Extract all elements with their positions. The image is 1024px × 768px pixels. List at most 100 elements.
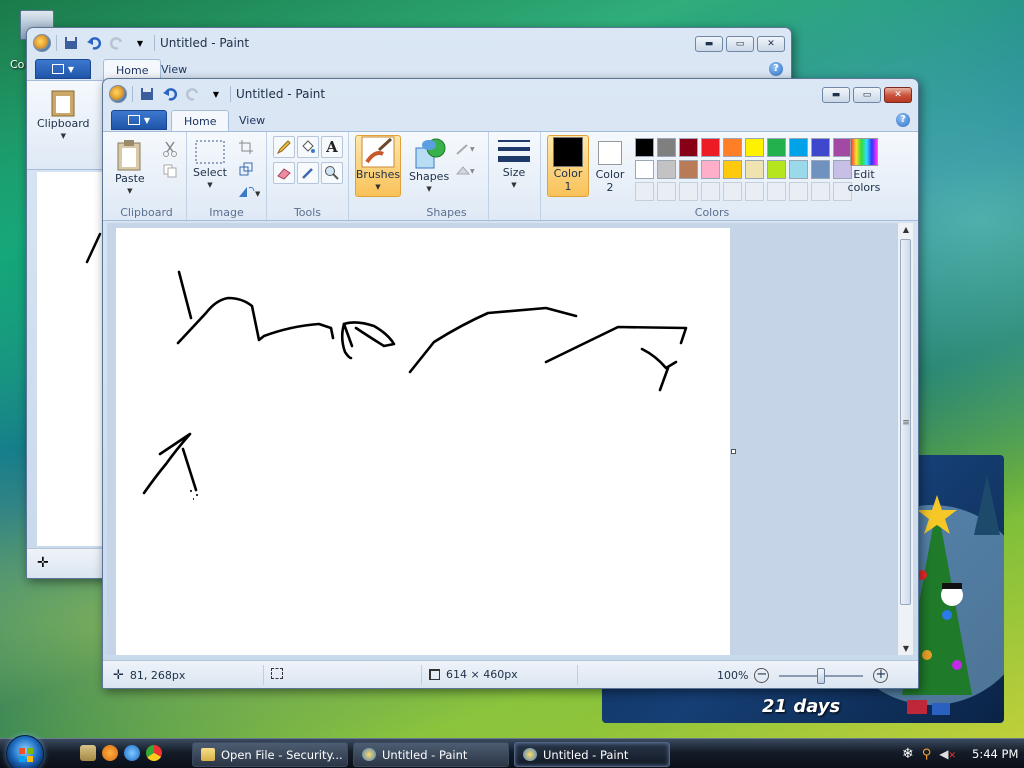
paste-button[interactable]: Clipboard ▼	[37, 87, 90, 143]
zoom-in-icon[interactable]: +	[873, 668, 889, 683]
resize-icon[interactable]	[235, 158, 257, 180]
canvas-resize-handle[interactable]	[731, 449, 736, 454]
palette-swatch[interactable]	[701, 160, 720, 179]
palette-swatch[interactable]	[745, 160, 764, 179]
zoom-slider[interactable]	[779, 667, 864, 684]
palette-empty-swatch[interactable]	[767, 182, 786, 201]
file-menu-button[interactable]: ▼	[111, 110, 167, 130]
taskbar-button[interactable]: Open File - Security...	[192, 742, 348, 767]
edit-colors-icon	[850, 138, 878, 166]
undo-icon[interactable]	[161, 85, 179, 103]
palette-swatch[interactable]	[723, 160, 742, 179]
palette-empty-swatch[interactable]	[635, 182, 654, 201]
chrome-icon[interactable]	[146, 745, 162, 761]
pencil-icon[interactable]	[273, 136, 295, 158]
palette-swatch[interactable]	[789, 138, 808, 157]
search-icon[interactable]: ⚲	[922, 747, 932, 762]
maximize-button[interactable]: ▭	[853, 87, 881, 103]
tab-view[interactable]: View	[227, 110, 277, 131]
minimize-button[interactable]: ▬	[695, 36, 723, 52]
customize-qat-icon[interactable]: ▼	[131, 34, 149, 52]
palette-swatch[interactable]	[679, 160, 698, 179]
file-menu-button[interactable]: ▼	[35, 59, 91, 79]
zoom-slider-thumb[interactable]	[817, 667, 826, 684]
taskbar-button[interactable]: Untitled - Paint	[353, 742, 509, 767]
clock[interactable]: 5:44 PM	[972, 747, 1018, 761]
palette-empty-swatch[interactable]	[701, 182, 720, 201]
size-button[interactable]: Size ▼	[497, 138, 531, 192]
customize-qat-icon[interactable]: ▼	[207, 85, 225, 103]
palette-swatch[interactable]	[723, 138, 742, 157]
snowflake-icon[interactable]: ❄	[902, 746, 914, 762]
tab-home[interactable]: Home	[171, 110, 230, 131]
outline-icon[interactable]: ▼	[453, 138, 481, 160]
windows-logo-icon	[19, 748, 33, 762]
palette-empty-swatch[interactable]	[789, 182, 808, 201]
palette-empty-swatch[interactable]	[723, 182, 742, 201]
fill-shape-icon[interactable]: ▼	[453, 160, 481, 182]
scroll-down-icon[interactable]: ▼	[898, 644, 914, 653]
media-player-icon[interactable]	[102, 745, 118, 761]
palette-empty-swatch[interactable]	[745, 182, 764, 201]
palette-swatch[interactable]	[811, 138, 830, 157]
palette-swatch[interactable]	[811, 160, 830, 179]
palette-swatch[interactable]	[657, 138, 676, 157]
shapes-button[interactable]: Shapes ▼	[409, 136, 449, 196]
zoom-out-icon[interactable]: −	[754, 668, 770, 683]
paste-button[interactable]: Paste ▼	[115, 138, 145, 198]
palette-swatch[interactable]	[789, 160, 808, 179]
paint-app-icon[interactable]	[33, 34, 51, 52]
close-button[interactable]: ✕	[757, 36, 785, 52]
color2-button[interactable]: Color 2	[591, 141, 629, 194]
maximize-button[interactable]: ▭	[726, 36, 754, 52]
redo-icon[interactable]	[108, 34, 126, 52]
save-icon[interactable]	[62, 34, 80, 52]
palette-swatch[interactable]	[679, 138, 698, 157]
start-button[interactable]	[6, 735, 44, 768]
color1-button-content[interactable]: Color 1	[547, 137, 589, 193]
help-icon[interactable]: ?	[769, 62, 783, 76]
drawing-canvas[interactable]	[116, 228, 730, 655]
eraser-icon[interactable]	[273, 162, 295, 184]
brushes-button-content[interactable]: Brushes ▼	[355, 136, 401, 194]
canvas-size: 614 × 460px	[429, 668, 518, 681]
vertical-scrollbar[interactable]: ▲ ≡ ▼	[897, 223, 913, 655]
crop-icon[interactable]	[235, 136, 257, 158]
text-icon[interactable]: A	[321, 136, 343, 158]
cut-icon[interactable]	[159, 138, 181, 160]
palette-swatch[interactable]	[767, 138, 786, 157]
palette-swatch[interactable]	[657, 160, 676, 179]
copy-icon[interactable]	[159, 160, 181, 182]
palette-swatch[interactable]	[635, 138, 654, 157]
magnifier-icon[interactable]	[321, 162, 343, 184]
tab-view[interactable]: View	[149, 59, 199, 80]
redo-icon[interactable]	[184, 85, 202, 103]
taskbar-button[interactable]: Untitled - Paint	[514, 742, 670, 767]
save-icon[interactable]	[138, 85, 156, 103]
title-bar[interactable]: ▼ Untitled - Paint ▬ ▭ ✕	[27, 28, 791, 58]
volume-muted-icon[interactable]: ◀✕	[939, 747, 956, 761]
palette-empty-swatch[interactable]	[657, 182, 676, 201]
color-picker-icon[interactable]	[297, 162, 319, 184]
rotate-icon[interactable]: ▼	[235, 180, 263, 202]
scroll-up-icon[interactable]: ▲	[898, 225, 914, 234]
paint-window[interactable]: ▼ Untitled - Paint ▬ ▭ ✕ ▼ Home View ? P…	[102, 78, 919, 689]
undo-icon[interactable]	[85, 34, 103, 52]
fill-icon[interactable]	[297, 136, 319, 158]
close-button[interactable]: ✕	[884, 87, 912, 103]
title-bar[interactable]: ▼ Untitled - Paint ▬ ▭ ✕	[103, 79, 918, 109]
paint-app-icon[interactable]	[109, 85, 127, 103]
edit-colors-button[interactable]: Edit colors	[847, 138, 881, 194]
help-icon[interactable]: ?	[896, 113, 910, 127]
color1-label-line2: 1	[564, 180, 572, 193]
internet-explorer-icon[interactable]	[124, 745, 140, 761]
select-button[interactable]: Select ▼	[193, 138, 227, 192]
show-desktop-icon[interactable]	[80, 745, 96, 761]
minimize-button[interactable]: ▬	[822, 87, 850, 103]
palette-empty-swatch[interactable]	[679, 182, 698, 201]
palette-swatch[interactable]	[745, 138, 764, 157]
palette-empty-swatch[interactable]	[811, 182, 830, 201]
palette-swatch[interactable]	[635, 160, 654, 179]
palette-swatch[interactable]	[767, 160, 786, 179]
palette-swatch[interactable]	[701, 138, 720, 157]
